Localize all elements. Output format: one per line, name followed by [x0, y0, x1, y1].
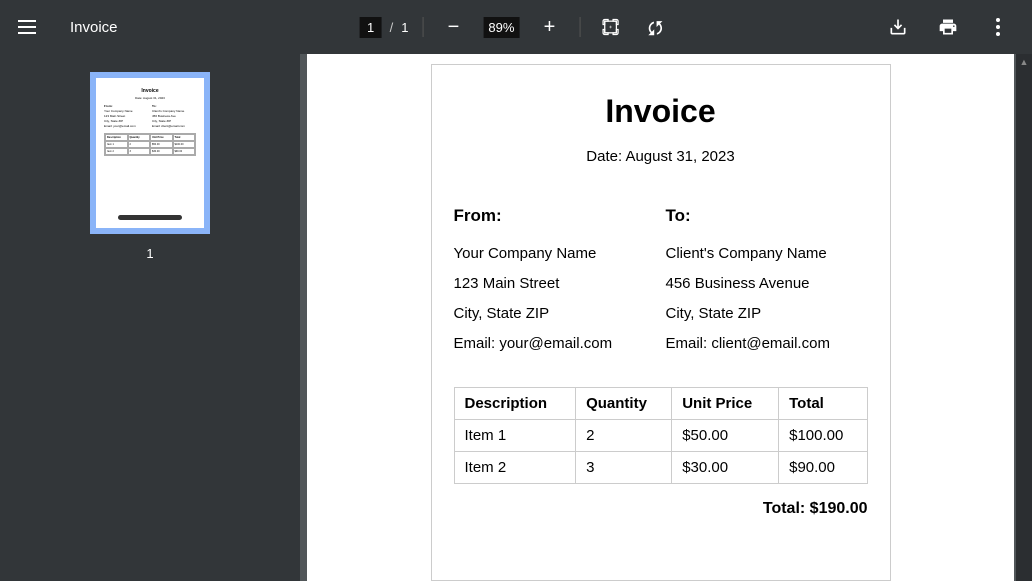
to-email: Email: client@email.com	[666, 329, 868, 359]
fit-page-icon	[600, 17, 620, 37]
header-description: Description	[454, 388, 576, 420]
to-heading: To:	[666, 199, 868, 233]
table-row: Item 1 2 $50.00 $100.00	[454, 420, 867, 452]
print-icon	[938, 17, 958, 37]
from-block: From: Your Company Name 123 Main Street …	[454, 199, 656, 359]
download-button[interactable]	[882, 11, 914, 43]
document-title: Invoice	[70, 19, 118, 36]
zoom-input[interactable]	[483, 17, 519, 38]
kebab-icon	[996, 18, 1000, 36]
invoice-document: Invoice Date: August 31, 2023 From: Your…	[431, 64, 891, 581]
cell-desc: Item 1	[454, 420, 576, 452]
menu-icon[interactable]	[18, 15, 42, 39]
toolbar-divider	[422, 17, 423, 37]
scroll-up-arrow[interactable]: ▲	[1016, 54, 1032, 70]
invoice-title: Invoice	[454, 93, 868, 130]
table-row: Item 2 3 $30.00 $90.00	[454, 452, 867, 484]
toolbar-divider	[579, 17, 580, 37]
grand-total: Total: $190.00	[454, 500, 868, 518]
toolbar-right	[882, 11, 1014, 43]
page-indicator: / 1	[360, 17, 409, 38]
cell-desc: Item 2	[454, 452, 576, 484]
from-city: City, State ZIP	[454, 299, 656, 329]
page-total: 1	[401, 20, 408, 35]
thumbnail-page-number: 1	[146, 246, 153, 261]
from-heading: From:	[454, 199, 656, 233]
vertical-scrollbar[interactable]: ▲	[1016, 54, 1032, 581]
thumbnail-sidebar: Invoice Date: August 31, 2023 From:Your …	[0, 54, 300, 581]
to-city: City, State ZIP	[666, 299, 868, 329]
rotate-icon	[646, 17, 666, 37]
page-separator: /	[390, 20, 394, 35]
page-thumbnail[interactable]: Invoice Date: August 31, 2023 From:Your …	[90, 72, 210, 234]
cell-price: $30.00	[672, 452, 779, 484]
from-name: Your Company Name	[454, 239, 656, 269]
fit-page-button[interactable]	[594, 11, 626, 43]
from-street: 123 Main Street	[454, 269, 656, 299]
toolbar-center: / 1 − +	[360, 11, 673, 43]
rotate-button[interactable]	[640, 11, 672, 43]
to-street: 456 Business Avenue	[666, 269, 868, 299]
header-unit-price: Unit Price	[672, 388, 779, 420]
zoom-in-button[interactable]: +	[533, 11, 565, 43]
header-total: Total	[779, 388, 867, 420]
page-current-input[interactable]	[360, 17, 382, 38]
header-quantity: Quantity	[576, 388, 672, 420]
page-surface: Invoice Date: August 31, 2023 From: Your…	[307, 54, 1014, 581]
main-area: Invoice Date: August 31, 2023 From: Your …	[0, 54, 1032, 581]
cell-total: $90.00	[779, 452, 867, 484]
invoice-date: Date: August 31, 2023	[454, 148, 868, 165]
cell-total: $100.00	[779, 420, 867, 452]
zoom-out-button[interactable]: −	[437, 11, 469, 43]
thumbnail-preview: Invoice Date: August 31, 2023 From:Your …	[96, 78, 204, 228]
address-row: From: Your Company Name 123 Main Street …	[454, 199, 868, 359]
pdf-toolbar: Invoice / 1 − +	[0, 0, 1032, 54]
document-viewport[interactable]: Invoice Date: August 31, 2023 From: Your…	[300, 54, 1032, 581]
download-icon	[888, 17, 908, 37]
print-button[interactable]	[932, 11, 964, 43]
invoice-table: Description Quantity Unit Price Total It…	[454, 387, 868, 484]
cell-qty: 2	[576, 420, 672, 452]
cell-price: $50.00	[672, 420, 779, 452]
to-name: Client's Company Name	[666, 239, 868, 269]
cell-qty: 3	[576, 452, 672, 484]
more-menu-button[interactable]	[982, 11, 1014, 43]
to-block: To: Client's Company Name 456 Business A…	[666, 199, 868, 359]
table-header-row: Description Quantity Unit Price Total	[454, 388, 867, 420]
from-email: Email: your@email.com	[454, 329, 656, 359]
